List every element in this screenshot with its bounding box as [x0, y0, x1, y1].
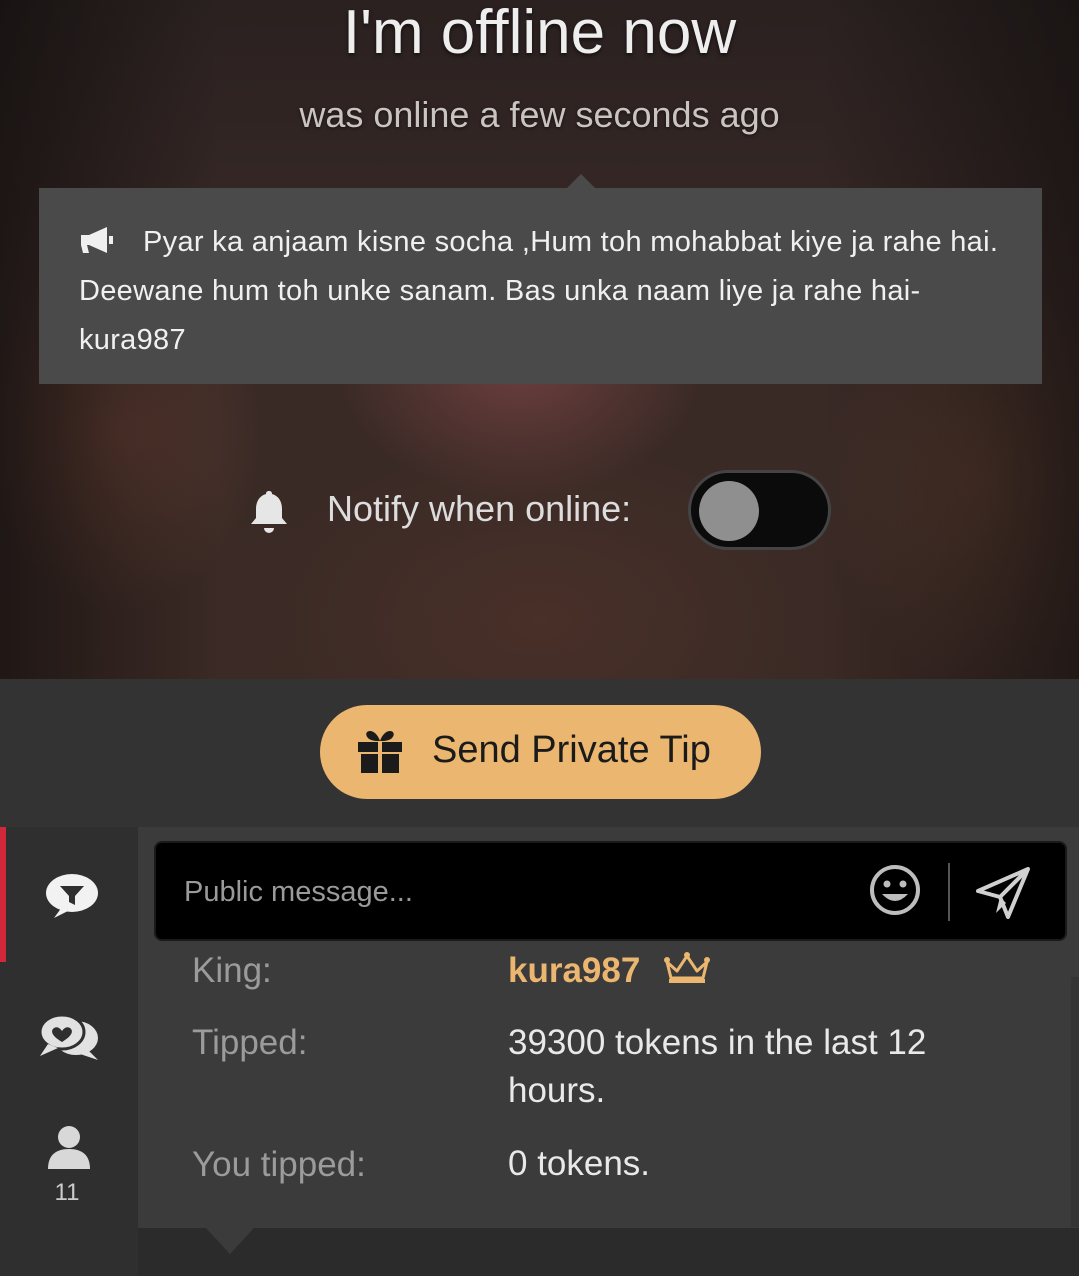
users-count: 11 [54, 1179, 80, 1206]
chat-footer [138, 1228, 1079, 1276]
you-tipped-value: 0 tokens. [508, 1144, 651, 1183]
tab-users[interactable]: 11 [0, 1097, 138, 1232]
bell-icon [251, 491, 287, 533]
king-username[interactable]: kura987 [508, 951, 640, 990]
notify-label: Notify when online: [327, 488, 632, 529]
emoji-icon[interactable] [868, 863, 922, 917]
tab-public-chat[interactable] [0, 827, 138, 962]
scrollbar[interactable] [1071, 977, 1079, 1227]
king-label: King: [192, 951, 272, 990]
gift-icon [358, 731, 402, 773]
public-chat-icon [46, 874, 98, 918]
chat-side-nav: 11 [0, 827, 138, 1276]
tipped-label: Tipped: [192, 1023, 308, 1062]
tipped-value: 39300 tokens in the last 12 hours. [508, 1023, 927, 1110]
toggle-knob[interactable] [699, 481, 759, 541]
send-private-tip-button[interactable]: Send Private Tip [320, 705, 761, 799]
announcement-text: Pyar ka anjaam kisne socha ,Hum toh moha… [79, 226, 999, 356]
tip-bar: Send Private Tip [0, 679, 1079, 827]
send-private-tip-label[interactable]: Send Private Tip [432, 729, 711, 772]
you-tipped-label: You tipped: [192, 1145, 366, 1184]
private-chat-icon [38, 1013, 98, 1060]
notify-toggle[interactable] [688, 470, 831, 550]
chat-main: King: kura987 Tipped: 39300 tokens in th… [138, 827, 1079, 1276]
chat-panel: 11 King: kura987 [0, 827, 1079, 1276]
offline-hero: I'm offline now was online a few seconds… [0, 0, 1079, 679]
composer-divider [948, 863, 950, 921]
offline-title: I'm offline now [342, 0, 737, 67]
message-composer [154, 841, 1067, 941]
tab-private-chat[interactable] [0, 962, 138, 1097]
notify-row: Notify when online: [248, 470, 848, 554]
megaphone-icon [81, 227, 113, 253]
send-icon[interactable] [974, 867, 1030, 919]
public-message-input[interactable] [182, 871, 836, 913]
announcement-box: Pyar ka anjaam kisne socha ,Hum toh moha… [39, 174, 1042, 384]
last-online-text: was online a few seconds ago [299, 94, 780, 135]
king-value: kura987 [508, 947, 711, 995]
crown-icon [664, 952, 711, 983]
users-icon [48, 1126, 90, 1169]
